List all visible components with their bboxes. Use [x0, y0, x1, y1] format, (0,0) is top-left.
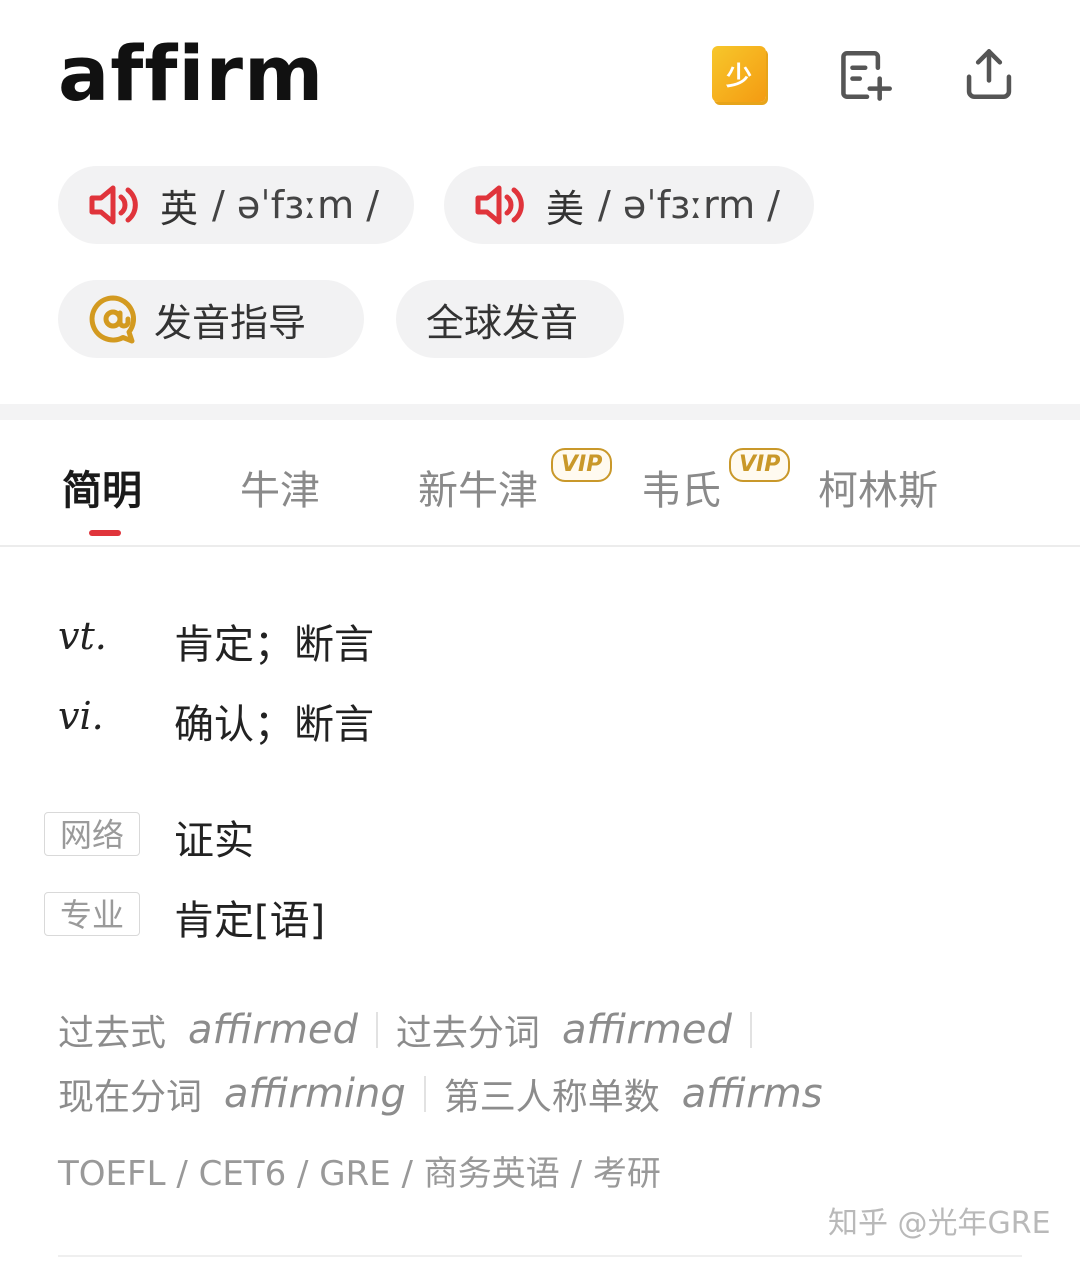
uk-pronunciation-button[interactable]: 英 / əˈfɜːm /: [58, 166, 414, 244]
form-word[interactable]: affirms: [682, 1071, 823, 1117]
at-chat-icon: [88, 294, 138, 344]
definition-text: 确认；断言: [174, 702, 374, 748]
bottom-divider: [58, 1255, 1022, 1257]
tab-oxford[interactable]: 牛津: [240, 458, 320, 516]
exam-tags: TOEFL / CET6 / GRE / 商务英语 / 考研: [58, 1154, 661, 1194]
global-pronunciation-button[interactable]: 全球发音: [396, 280, 624, 358]
section-divider: [0, 404, 1080, 420]
form-word[interactable]: affirming: [224, 1071, 406, 1117]
word-forms-row: 过去式 affirmed 过去分词 affirmed: [58, 1004, 770, 1056]
professional-meaning: 肯定[语]: [174, 898, 326, 944]
tag-network: 网络: [44, 812, 140, 856]
headword: affirm: [58, 29, 325, 118]
speaker-icon: [474, 183, 530, 227]
separator: [423, 1076, 426, 1112]
note-add-icon[interactable]: [838, 46, 896, 104]
speaker-icon: [88, 183, 144, 227]
part-of-speech: vt.: [58, 614, 107, 658]
form-label: 现在分词: [58, 1077, 203, 1118]
network-meaning: 证实: [174, 818, 254, 864]
tab-new-oxford[interactable]: 新牛津: [418, 458, 538, 516]
us-pronunciation-button[interactable]: 美 / əˈfɜːrm /: [444, 166, 814, 244]
vip-badge: VIP: [729, 448, 791, 482]
definition-text: 肯定；断言: [174, 622, 374, 668]
tabs-divider: [0, 545, 1080, 547]
form-word[interactable]: affirmed: [562, 1007, 732, 1053]
tab-webster[interactable]: 韦氏: [641, 458, 721, 516]
word-forms-row: 现在分词 affirming 第三人称单数 affirms: [58, 1068, 823, 1120]
uk-phonetic: / əˈfɜːm /: [212, 183, 380, 227]
form-label: 过去式: [58, 1013, 167, 1054]
tag-professional: 专业: [44, 892, 140, 936]
separator: [375, 1012, 378, 1048]
us-label: 美: [546, 186, 585, 231]
watermark: 知乎 @光年GRE: [828, 1206, 1051, 1241]
uk-label: 英: [160, 186, 199, 231]
pronunciation-guide-button[interactable]: 发音指导: [58, 280, 364, 358]
separator: [749, 1012, 752, 1048]
form-label: 第三人称单数: [443, 1077, 660, 1118]
active-tab-indicator: [89, 530, 121, 536]
part-of-speech: vi.: [58, 694, 104, 738]
tab-concise[interactable]: 简明: [62, 458, 142, 516]
form-word[interactable]: affirmed: [188, 1007, 358, 1053]
tab-collins[interactable]: 柯林斯: [818, 458, 938, 516]
pronunciation-guide-label: 发音指导: [154, 300, 307, 345]
vip-badge: VIP: [551, 448, 613, 482]
global-pronunciation-label: 全球发音: [426, 300, 579, 345]
form-label: 过去分词: [395, 1013, 540, 1054]
badge-icon[interactable]: 少: [712, 46, 766, 102]
share-icon[interactable]: [960, 46, 1018, 104]
us-phonetic: / əˈfɜːrm /: [598, 183, 780, 227]
badge-label: 少: [725, 61, 752, 92]
